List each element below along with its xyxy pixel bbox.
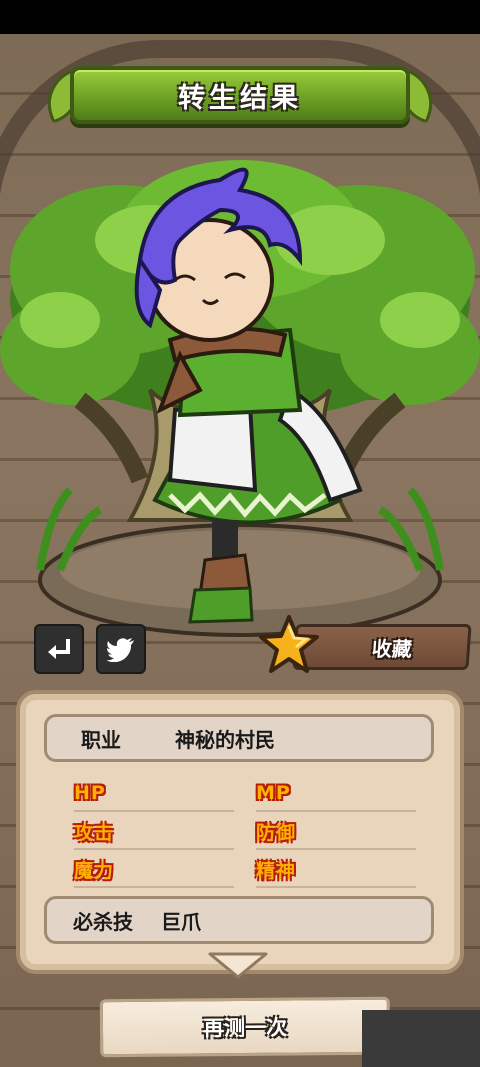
stat-attack-label: 攻击 [74, 821, 115, 844]
class-row: 职业 神秘的村民 [44, 714, 434, 762]
status-bar [0, 0, 480, 34]
stat-spirit-label: 精神 [256, 859, 297, 882]
star-icon [259, 615, 319, 673]
favorite-label: 收藏 [371, 636, 413, 661]
class-value: 神秘的村民 [175, 727, 275, 752]
back-button[interactable] [34, 624, 84, 674]
stat-mp: MP [256, 776, 416, 812]
retry-label: 再测一次 [202, 1015, 288, 1041]
favorite-button[interactable]: 收藏 [258, 614, 476, 676]
stat-mp-label: MP [256, 782, 291, 804]
stat-spirit: 精神 [256, 852, 416, 888]
retry-button[interactable]: 再测一次 [99, 996, 391, 1058]
stat-hp-label: HP [74, 782, 106, 804]
page-title: 转生结果 [178, 82, 302, 114]
twitter-share-button[interactable] [96, 624, 146, 674]
stat-attack: 攻击 [74, 814, 234, 850]
stat-defense-label: 防御 [256, 821, 297, 844]
stat-hp: HP [74, 776, 234, 812]
class-label: 职业 [81, 727, 121, 752]
stat-defense: 防御 [256, 814, 416, 850]
skill-value: 巨爪 [161, 909, 201, 934]
twitter-bird-icon [106, 638, 134, 662]
skill-row: 必杀技 巨爪 [44, 896, 434, 944]
corner-thumbnail [362, 1010, 480, 1067]
title-banner: 转生结果 [70, 66, 410, 124]
return-arrow-icon [48, 639, 70, 659]
character-illustration [0, 160, 480, 637]
stat-magic-label: 魔力 [74, 859, 115, 882]
skill-label: 必杀技 [73, 909, 133, 934]
stat-magic: 魔力 [74, 852, 234, 888]
expand-arrow-icon[interactable] [206, 950, 270, 980]
